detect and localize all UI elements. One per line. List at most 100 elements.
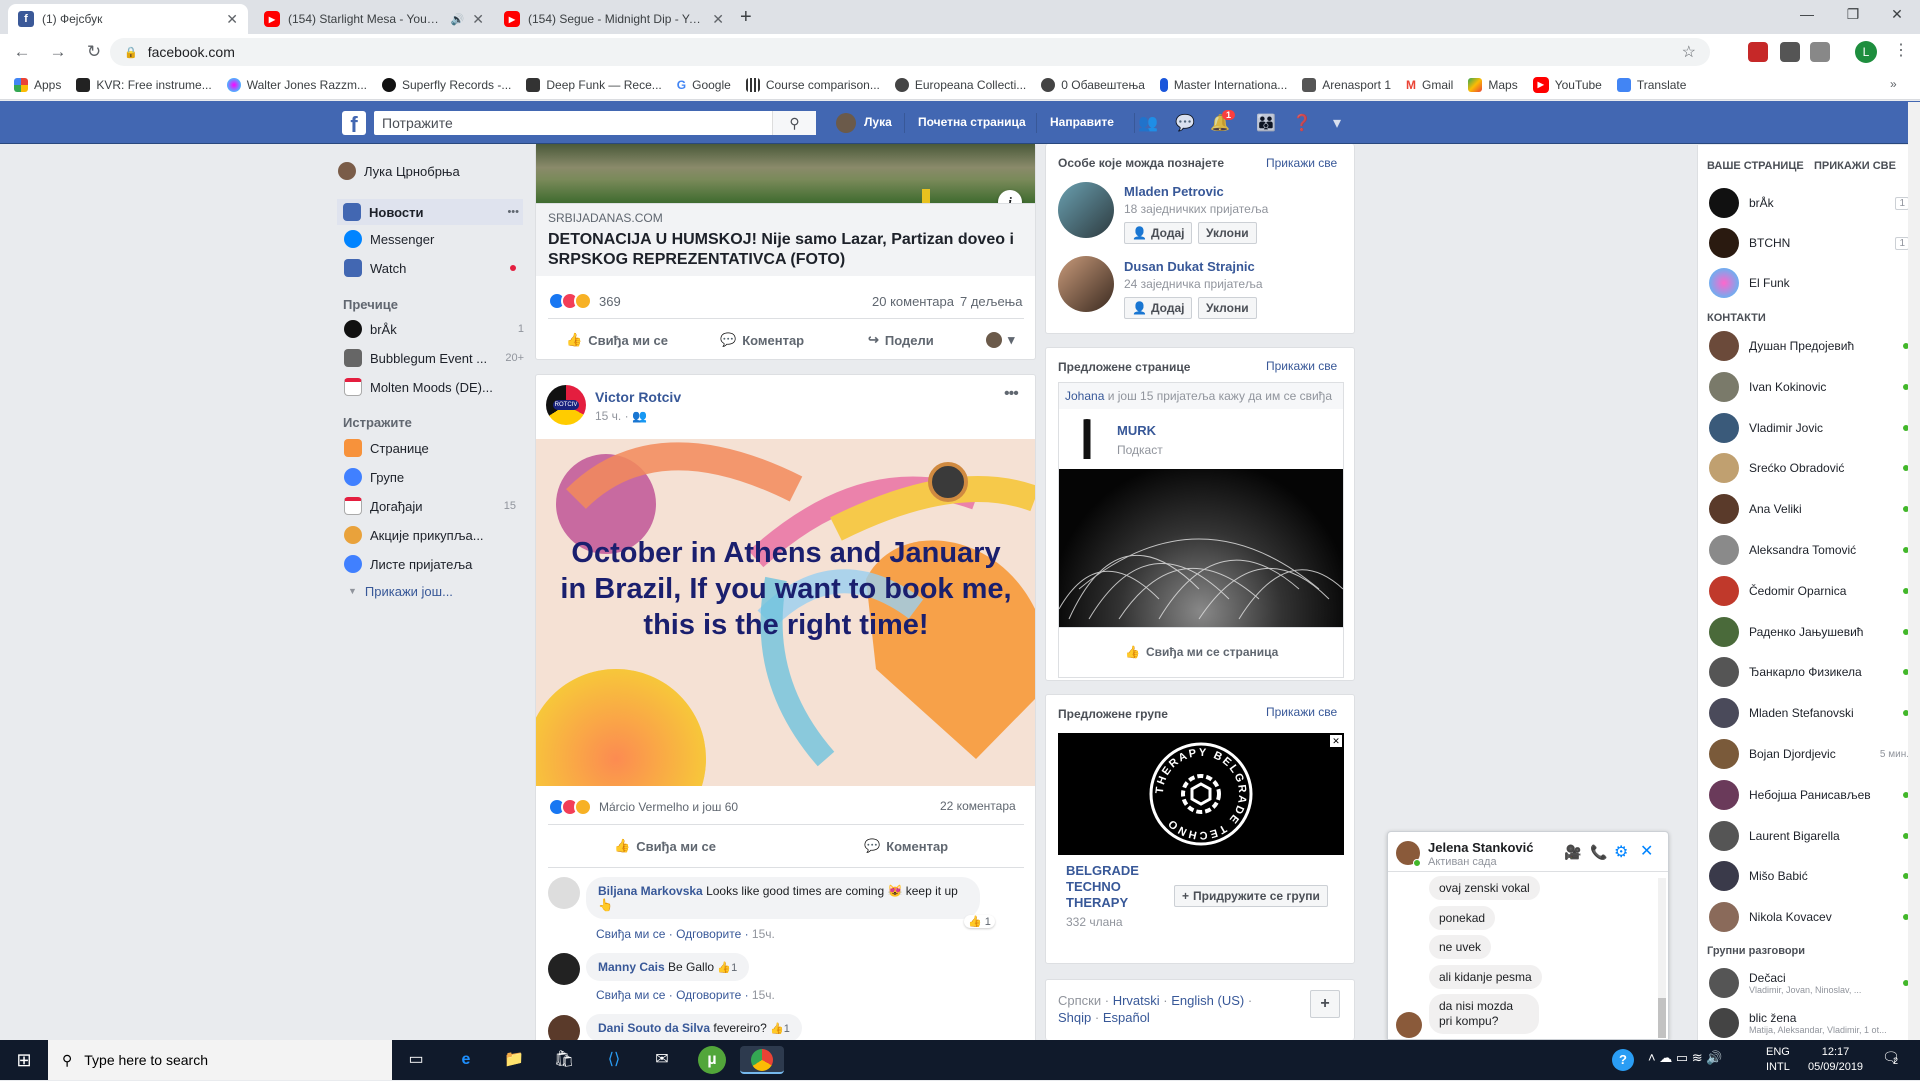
input-language[interactable]: ENG INTL xyxy=(1766,1045,1790,1075)
create-link[interactable]: Направите xyxy=(1050,115,1114,129)
new-tab-button[interactable]: + xyxy=(740,6,752,29)
sidebar-item-watch[interactable]: Watch xyxy=(338,257,524,279)
link-headline[interactable]: DETONACIJA U HUMSKOJ! Nije samo Lazar, P… xyxy=(548,230,1028,270)
share-button[interactable]: ↪ Подели xyxy=(868,332,934,348)
post-author[interactable]: Victor Rotciv xyxy=(595,389,681,405)
windows-start-icon[interactable]: ⊞ xyxy=(10,1046,38,1074)
comment-like-link[interactable]: Свиђа ми се xyxy=(596,988,665,1002)
bookmark-item[interactable]: Course comparison... xyxy=(745,77,880,92)
page-item[interactable]: El Funk xyxy=(1709,267,1909,299)
comment-like-link[interactable]: Свиђа ми се xyxy=(596,927,665,941)
search-input[interactable]: Потражите ⚲ xyxy=(374,111,816,135)
task-view-icon[interactable]: ▭ xyxy=(402,1046,430,1074)
reload-icon[interactable]: ↻ xyxy=(80,42,108,62)
link-preview-image[interactable] xyxy=(536,144,1035,203)
phone-icon[interactable]: 📞 xyxy=(1590,844,1607,861)
like-button[interactable]: 👍 Свиђа ми се xyxy=(566,332,668,348)
shortcut-item[interactable]: Molten Moods (DE)... xyxy=(338,376,524,398)
page-item[interactable]: BTCHN 1 xyxy=(1709,227,1909,259)
mutual-friends[interactable]: 24 заједничка пријатеља xyxy=(1124,277,1263,291)
comment-reactions[interactable]: 👍 1 xyxy=(964,915,995,928)
reaction-summary[interactable]: Márcio Vermelho и још 60 xyxy=(548,798,738,816)
shortcut-item[interactable]: Bubblegum Event ... 20+ xyxy=(338,347,524,369)
reaction-summary[interactable]: 369 xyxy=(548,292,621,310)
tab-facebook[interactable]: f (1) Фејсбук ✕ xyxy=(8,4,248,34)
help-icon[interactable]: ? xyxy=(1612,1049,1634,1071)
comment-button[interactable]: 💬 Коментар xyxy=(720,332,804,348)
contact-item[interactable]: Aleksandra Tomović xyxy=(1709,534,1909,566)
contact-item[interactable]: Mladen Stefanovski xyxy=(1709,697,1909,729)
add-friend-button[interactable]: 👤 Додај xyxy=(1124,222,1193,244)
comment-author[interactable]: Dani Souto da Silva xyxy=(598,1021,710,1035)
contact-item[interactable]: Ђанкарло Физикела xyxy=(1709,656,1909,688)
comment-reply-link[interactable]: Одговорите xyxy=(676,988,741,1002)
more-options-icon[interactable]: ••• xyxy=(507,206,523,218)
home-link[interactable]: Почетна страница xyxy=(918,115,1026,129)
friends-icon[interactable]: 👥 xyxy=(1137,113,1159,133)
group-chat-item[interactable]: Dečaci Vladimir, Jovan, Ninoslav, ... xyxy=(1709,965,1909,1001)
suggested-person-name[interactable]: Mladen Petrovic xyxy=(1124,184,1224,199)
see-all-link[interactable]: Прикажи све xyxy=(1266,156,1337,170)
restore-button[interactable]: ❐ xyxy=(1830,0,1876,30)
post-time[interactable]: 15 ч. · xyxy=(595,409,632,423)
edge-icon[interactable]: e xyxy=(452,1046,480,1074)
group-name[interactable]: BELGRADE TECHNO THERAPY xyxy=(1066,863,1146,911)
avatar[interactable] xyxy=(836,113,856,133)
clock[interactable]: 12:17 05/09/2019 xyxy=(1808,1045,1863,1075)
sidebar-item-news-feed[interactable]: Новости ••• xyxy=(337,199,523,225)
chrome-taskbar-button[interactable] xyxy=(740,1046,784,1074)
account-menu-icon[interactable]: ▾ xyxy=(1326,113,1348,133)
comment-reactions[interactable]: 👍1 xyxy=(770,1023,790,1035)
comments-count[interactable]: 22 коментара xyxy=(940,799,1016,813)
add-friend-button[interactable]: 👤 Додај xyxy=(1124,297,1193,319)
quick-help-icon[interactable]: 👪 xyxy=(1255,113,1277,133)
bookmark-apps[interactable]: Apps xyxy=(14,77,61,92)
comment-reply-link[interactable]: Одговорите xyxy=(676,927,741,941)
friend-name-link[interactable]: Johana xyxy=(1065,389,1104,403)
group-chat-item[interactable]: blic žena Matija, Aleksandar, Vladimir, 1… xyxy=(1709,1005,1909,1041)
shortcut-item[interactable]: brÅk 1 xyxy=(338,318,524,340)
search-icon[interactable]: ⚲ xyxy=(772,111,816,135)
contact-item[interactable]: Vladimir Jovic xyxy=(1709,412,1909,444)
bookmark-star-icon[interactable]: ☆ xyxy=(1682,42,1696,62)
post-image[interactable]: October in Athens and January in Brazil,… xyxy=(536,439,1035,786)
tray-icons[interactable]: ˄ ☁ ▭ ≋ 🔊 xyxy=(1648,1050,1722,1066)
sidebar-item-events[interactable]: Догађаји 15 xyxy=(338,495,524,517)
contact-item[interactable]: Небојша Ранисављев xyxy=(1709,779,1909,811)
more-bookmarks-icon[interactable]: » xyxy=(1890,77,1897,91)
page-scrollbar[interactable] xyxy=(1908,102,1920,1040)
tab-youtube-starlight[interactable]: ▶ (154) Starlight Mesa - YouTube 🔊 ✕ xyxy=(254,4,494,34)
contact-item[interactable]: Bojan Djordjevic 5 мин. xyxy=(1709,738,1909,770)
video-call-icon[interactable]: 🎥 xyxy=(1564,844,1581,861)
minimize-button[interactable]: — xyxy=(1784,0,1830,30)
bookmark-item[interactable]: Walter Jones Razzm... xyxy=(226,77,367,92)
speaker-icon[interactable]: 🔊 xyxy=(451,13,465,26)
sidebar-item-messenger[interactable]: Messenger xyxy=(338,228,524,250)
language-link[interactable]: Shqip xyxy=(1058,1010,1091,1025)
contact-item[interactable]: Ivan Kokinovic xyxy=(1709,371,1909,403)
file-explorer-icon[interactable]: 📁 xyxy=(500,1046,528,1074)
join-group-button[interactable]: + Придружите се групи xyxy=(1174,885,1328,907)
bookmark-item[interactable]: M Gmail xyxy=(1406,78,1453,92)
extension-icon[interactable] xyxy=(1780,42,1800,62)
contact-item[interactable]: Раденко Јањушевић xyxy=(1709,616,1909,648)
see-all-link[interactable]: Прикажи све xyxy=(1266,359,1337,373)
mail-icon[interactable]: ✉ xyxy=(648,1046,676,1074)
help-icon[interactable]: ❓ xyxy=(1291,113,1313,133)
sidebar-item-groups[interactable]: Групе xyxy=(338,466,524,488)
shares-count[interactable]: 7 дељења xyxy=(960,294,1022,309)
language-link[interactable]: Hrvatski xyxy=(1113,993,1160,1008)
remove-suggestion-button[interactable]: Уклони xyxy=(1198,222,1257,244)
contact-item[interactable]: Srećko Obradović xyxy=(1709,452,1909,484)
contact-item[interactable]: Čedomir Oparnica xyxy=(1709,575,1909,607)
extension-icon[interactable] xyxy=(1748,42,1768,62)
vscode-icon[interactable]: ⟨⟩ xyxy=(600,1046,628,1074)
contact-item[interactable]: Laurent Bigarella xyxy=(1709,820,1909,852)
author-avatar[interactable]: ROTCIV xyxy=(546,385,586,425)
back-icon[interactable]: ← xyxy=(8,42,36,62)
close-tab-icon[interactable]: ✕ xyxy=(472,11,484,28)
store-icon[interactable]: 🛍 xyxy=(550,1046,578,1074)
profile-link[interactable]: Лука xyxy=(864,115,892,129)
forward-icon[interactable]: → xyxy=(44,42,72,62)
bookmark-item[interactable]: Superfly Records -... xyxy=(382,77,511,92)
